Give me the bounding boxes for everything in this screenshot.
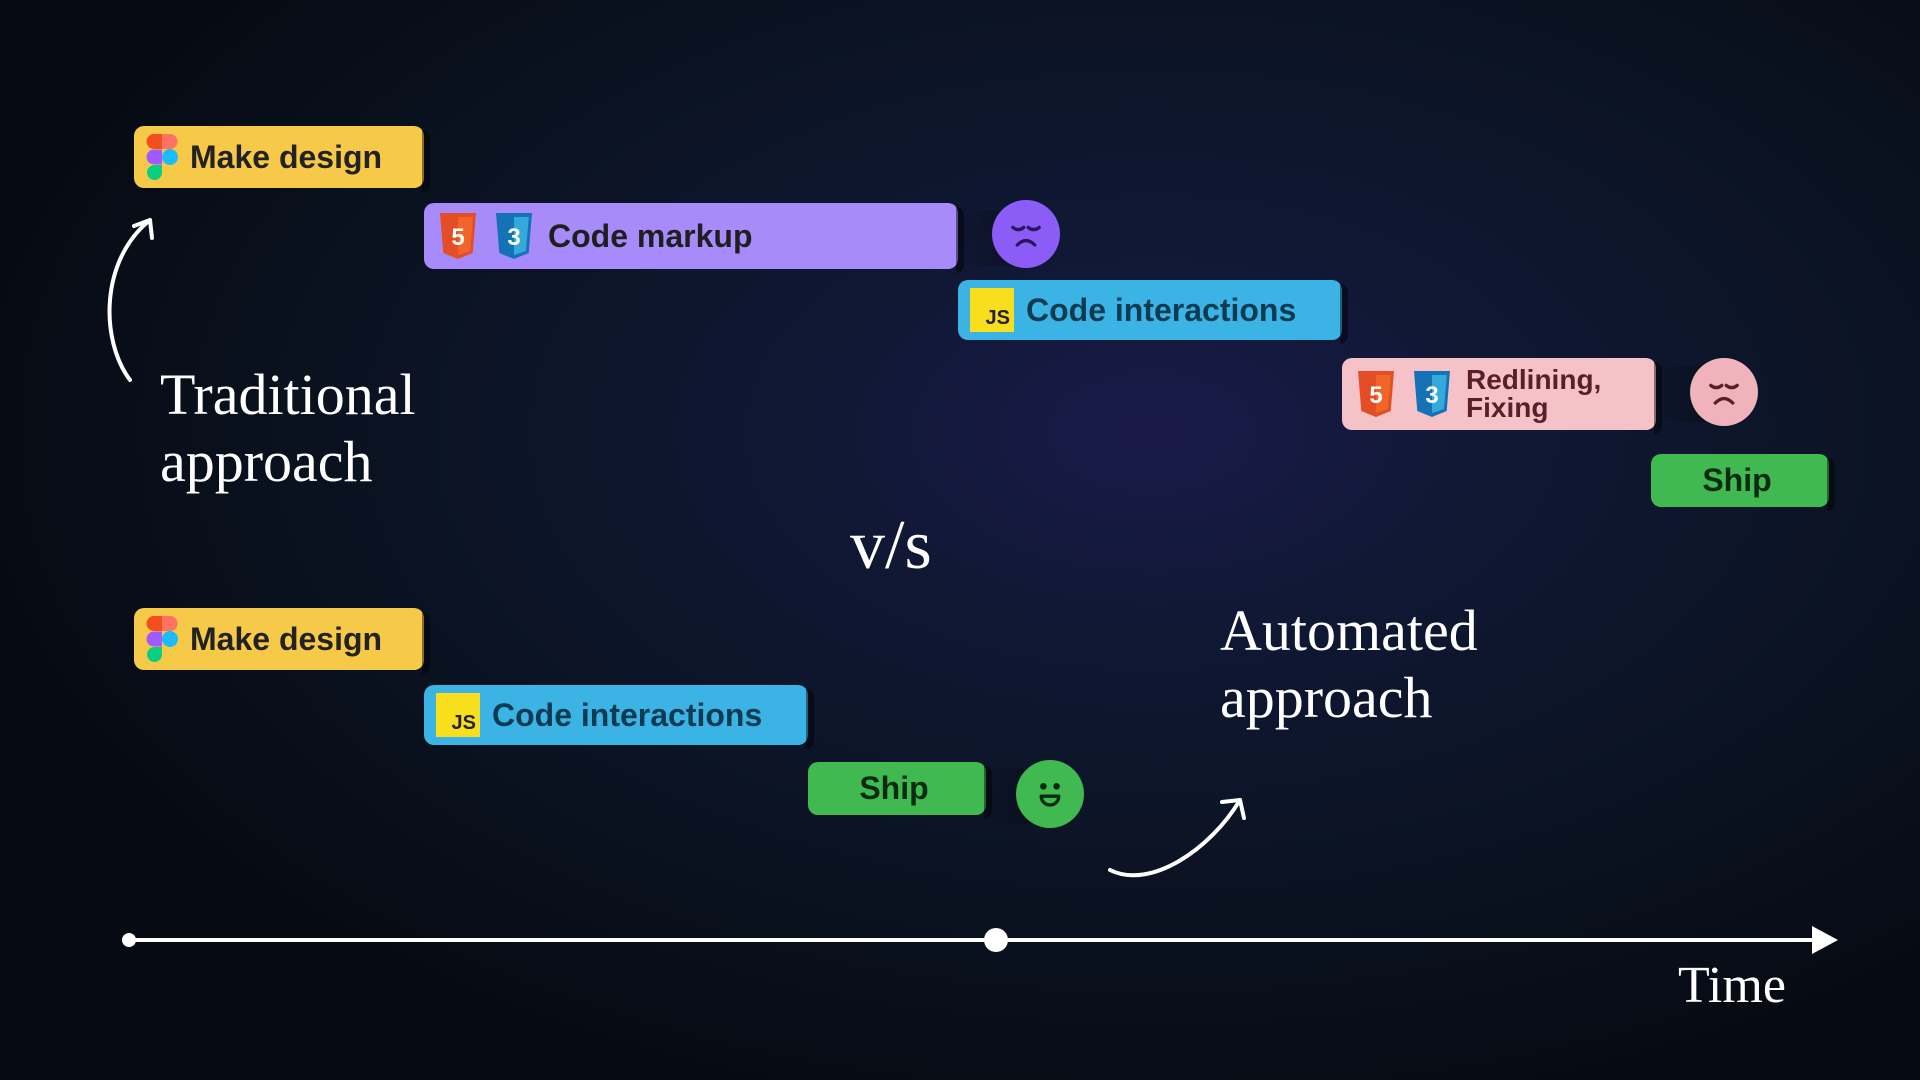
stage-redlining-fixing: 5 3 Redlining, Fixing <box>1342 358 1656 430</box>
stage-label: Make design <box>190 621 382 658</box>
timeline-mid-dot <box>984 928 1008 952</box>
stage-code-interactions-traditional: JS Code interactions <box>958 280 1342 340</box>
time-axis <box>128 938 1820 942</box>
label-time-axis: Time <box>1678 956 1786 1016</box>
css3-icon: 3 <box>1410 369 1454 419</box>
svg-text:3: 3 <box>1425 382 1438 409</box>
stage-code-interactions-automated: JS Code interactions <box>424 685 808 745</box>
css3-icon: 3 <box>492 211 536 261</box>
timeline-start-dot <box>122 933 136 947</box>
svg-text:3: 3 <box>507 224 520 251</box>
stage-code-markup: 5 3 Code markup <box>424 203 958 269</box>
label-automated-approach: Automated approach <box>1220 598 1478 731</box>
sad-face-icon <box>1690 358 1758 426</box>
js-icon: JS <box>970 288 1014 332</box>
stage-label: Code interactions <box>1026 292 1296 329</box>
stage-ship-automated: Ship <box>808 762 986 815</box>
html5-icon: 5 <box>436 211 480 261</box>
figma-icon <box>146 134 178 180</box>
stage-label: Redlining, Fixing <box>1466 366 1601 422</box>
arrow-to-automated-icon <box>1090 780 1290 900</box>
label-versus: v/s <box>850 506 932 587</box>
stage-label: Ship <box>1663 462 1811 499</box>
stage-label: Make design <box>190 139 382 176</box>
stage-ship-traditional: Ship <box>1651 454 1829 507</box>
js-icon: JS <box>436 693 480 737</box>
happy-face-icon <box>1016 760 1084 828</box>
stage-label: Code interactions <box>492 697 762 734</box>
sad-face-icon <box>992 200 1060 268</box>
timeline-arrowhead-icon <box>1812 926 1838 954</box>
stage-label: Code markup <box>548 218 752 255</box>
figma-icon <box>146 616 178 662</box>
arrow-to-traditional-icon <box>90 200 210 400</box>
svg-text:5: 5 <box>1369 382 1382 409</box>
stage-make-design-automated: Make design <box>134 608 424 670</box>
html5-icon: 5 <box>1354 369 1398 419</box>
stage-label: Ship <box>820 770 968 807</box>
stage-make-design-traditional: Make design <box>134 126 424 188</box>
svg-text:5: 5 <box>451 224 464 251</box>
